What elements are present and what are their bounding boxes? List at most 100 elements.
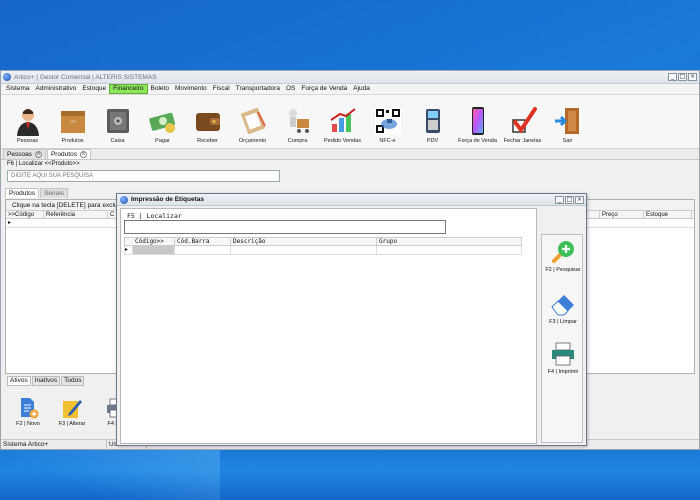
product-search-input[interactable]: DIGITE AQUI SUA PESQUISA	[7, 170, 280, 182]
selected-cell[interactable]	[133, 246, 175, 254]
col-descricao[interactable]: Descrição	[231, 238, 377, 245]
sair-button[interactable]: Sair	[545, 94, 590, 144]
col-cod-barra[interactable]: Cód.Barra	[175, 238, 231, 245]
produtos-label: Produtos	[61, 138, 84, 144]
eraser-icon	[551, 295, 574, 316]
pedido-vendas-label: Pedido Vendas	[323, 138, 361, 144]
menu-ajuda[interactable]: Ajuda	[350, 84, 373, 94]
search-add-icon	[552, 241, 574, 263]
alterar-button[interactable]: F3 | Alterar	[53, 397, 91, 427]
pesquisar-label: F2 | Pesquisar	[545, 267, 581, 273]
produtos-button[interactable]: Produtos	[50, 94, 95, 144]
app-logo-icon	[3, 73, 11, 81]
tab-ativos[interactable]: Ativos	[7, 376, 31, 386]
compra-label: Compra	[287, 138, 308, 144]
nfce-label: NFC-e	[379, 138, 396, 144]
menu-boleto[interactable]: Boleto	[148, 84, 172, 94]
receber-label: Receber	[197, 138, 218, 144]
menu-financeiro[interactable]: Financeiro	[109, 84, 148, 94]
sair-label: Sair	[562, 138, 573, 144]
alterar-label: F3 | Alterar	[58, 421, 86, 427]
dialog-maximize-button[interactable]: □	[565, 195, 574, 204]
pessoas-label: Pessoas	[16, 138, 39, 144]
close-icon[interactable]: ×	[79, 151, 87, 158]
window-title: Artico+ | Gestor Comercial | ALTERIS SIS…	[14, 73, 157, 81]
maximize-button[interactable]: □	[678, 73, 687, 81]
menu-administrativo[interactable]: Administrativo	[32, 84, 79, 94]
labels-grid-header: Código>> Cód.Barra Descrição Grupo	[124, 237, 522, 246]
dialog-search-input[interactable]	[124, 220, 446, 234]
tab-pessoas[interactable]: Pessoas ×	[3, 149, 46, 159]
pessoas-button[interactable]: Pessoas	[5, 94, 50, 144]
close-icon[interactable]: ×	[34, 151, 42, 158]
menu-fiscal[interactable]: Fiscal	[210, 84, 233, 94]
col-grupo[interactable]: Grupo	[377, 238, 502, 245]
money-icon	[148, 112, 175, 133]
exit-door-icon	[554, 108, 579, 134]
menu-os[interactable]: OS	[283, 84, 298, 94]
clipboard-icon	[240, 107, 266, 135]
compra-button[interactable]: Compra	[275, 94, 320, 144]
col-preco[interactable]: Preço	[600, 211, 644, 218]
forca-de-venda-button[interactable]: Força de Venda	[455, 94, 500, 144]
novo-button[interactable]: F2 | Novo	[9, 397, 47, 427]
tab-produtos[interactable]: Produtos ×	[46, 149, 91, 159]
title-bar: Artico+ | Gestor Comercial | ALTERIS SIS…	[1, 71, 699, 84]
status-system: Sistema Artico+	[1, 439, 107, 450]
minimize-button[interactable]: _	[668, 73, 677, 81]
col-codigo[interactable]: >>Código	[6, 211, 44, 218]
dialog-search-label: F5 | Localizar	[127, 212, 182, 220]
dialog-close-button[interactable]: ×	[575, 195, 584, 204]
dialog-content: F5 | Localizar Código>> Cód.Barra Descri…	[120, 208, 537, 444]
pagar-button[interactable]: Pagar	[140, 94, 185, 144]
subtab-seriais[interactable]: Seriais	[40, 188, 68, 198]
dialog-minimize-button[interactable]: _	[555, 195, 564, 204]
menu-forca-de-venda[interactable]: Força de Venda	[298, 84, 350, 94]
menu-estoque[interactable]: Estoque	[79, 84, 109, 94]
fechar-janelas-button[interactable]: Fechar Janelas	[500, 94, 545, 144]
fechar-janelas-label: Fechar Janelas	[503, 138, 542, 144]
limpar-button[interactable]: F3 | Limpar	[542, 291, 584, 325]
row-marker: ▸	[8, 220, 12, 226]
col-referencia[interactable]: Referência	[44, 211, 108, 218]
qrcode-icon	[374, 108, 401, 134]
row-marker: ▸	[125, 246, 133, 254]
table-row[interactable]: ▸	[124, 246, 522, 255]
wallet-icon	[195, 113, 220, 131]
pdv-button[interactable]: PDV	[410, 94, 455, 144]
printer-icon	[552, 342, 574, 366]
cart-icon	[288, 109, 309, 133]
safe-icon	[106, 109, 129, 133]
tab-produtos-label: Produtos	[50, 151, 77, 158]
novo-label: F2 | Novo	[16, 421, 40, 427]
smartphone-icon	[471, 107, 484, 135]
tab-todos[interactable]: Todos	[61, 376, 85, 386]
dialog-logo-icon	[120, 195, 128, 204]
card-terminal-icon	[425, 109, 440, 133]
tab-inativos[interactable]: Inativos	[31, 376, 61, 386]
orcamento-button[interactable]: Orçamento	[230, 94, 275, 144]
menu-movimento[interactable]: Movimento	[172, 84, 210, 94]
dialog-action-panel: F2 | Pesquisar F3 | Limpar F4 | Imprimir	[541, 234, 583, 443]
tab-pessoas-label: Pessoas	[7, 151, 32, 158]
cell[interactable]	[377, 246, 502, 254]
cell[interactable]	[231, 246, 377, 254]
desktop-background	[0, 450, 700, 500]
close-button[interactable]: ×	[688, 73, 697, 81]
subtab-produtos[interactable]: Produtos	[5, 188, 40, 198]
col-estoque[interactable]: Estoque	[644, 211, 692, 218]
status-tabs: Ativos Inativos Todos	[7, 376, 85, 386]
pesquisar-button[interactable]: F2 | Pesquisar	[542, 239, 584, 273]
col-codigo[interactable]: Código>>	[133, 238, 175, 245]
imprimir-dialog-button[interactable]: F4 | Imprimir	[542, 341, 584, 375]
caixa-button[interactable]: Caixa	[95, 94, 140, 144]
product-subtabs: Produtos Seriais	[5, 188, 69, 198]
nfce-button[interactable]: NFC-e	[365, 94, 410, 144]
receber-button[interactable]: Receber	[185, 94, 230, 144]
cell[interactable]	[175, 246, 231, 254]
menu-sistema[interactable]: Sistema	[3, 84, 32, 94]
orcamento-label: Orçamento	[238, 138, 267, 144]
menu-transportadora[interactable]: Transportadora	[233, 84, 283, 94]
pedido-vendas-button[interactable]: Pedido Vendas	[320, 94, 365, 144]
document-tabs: Pessoas × Produtos ×	[1, 149, 699, 160]
